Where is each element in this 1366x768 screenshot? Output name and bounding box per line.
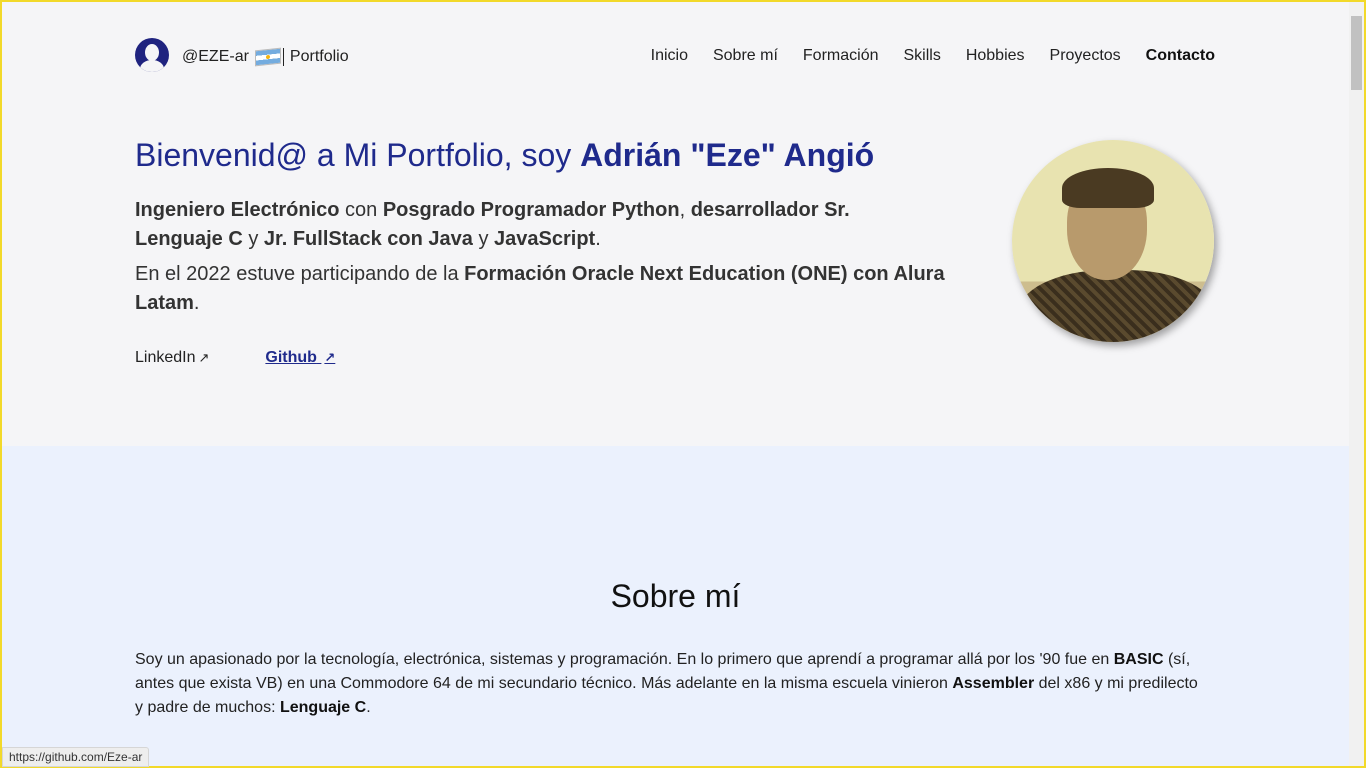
hero-intro-t2: ,	[679, 199, 691, 221]
user-avatar-icon	[135, 38, 169, 72]
profile-photo	[1012, 140, 1214, 342]
brand-suffix: Portfolio	[289, 47, 349, 65]
brand-divider	[282, 47, 284, 66]
about-b1: BASIC	[1113, 651, 1164, 668]
hero-one-note: En el 2022 estuve participando de la For…	[135, 260, 955, 318]
hero-title-name: Adrián "Eze" Angió	[580, 137, 875, 173]
hero-section: @EZE-ar Portfolio Inicio Sobre mí Formac…	[2, 2, 1349, 446]
hero-intro-b1: Ingeniero Electrónico	[135, 199, 340, 221]
argentina-flag-icon	[254, 47, 281, 66]
hero-intro-b2: Posgrado Programador Python	[382, 199, 680, 221]
about-b3: Lenguaje C	[279, 699, 367, 716]
external-link-icon: ↗	[198, 350, 210, 365]
social-links: LinkedIn ↗ Github ↗	[135, 349, 335, 367]
nav-formacion[interactable]: Formación	[803, 47, 879, 65]
nav-inicio[interactable]: Inicio	[651, 47, 688, 65]
hero-one-t2: .	[193, 292, 200, 314]
brand-text: @EZE-ar Portfolio	[182, 47, 349, 66]
page: @EZE-ar Portfolio Inicio Sobre mí Formac…	[2, 2, 1349, 766]
hero-title: Bienvenid@ a Mi Portfolio, soy Adrián "E…	[135, 137, 874, 174]
nav-hobbies[interactable]: Hobbies	[966, 47, 1025, 65]
hero-intro-t5: .	[595, 228, 601, 250]
hero-intro-b5: JavaScript	[494, 228, 596, 250]
external-link-icon: ↗	[324, 350, 336, 365]
about-b2: Assembler	[952, 675, 1035, 692]
about-text: Soy un apasionado por la tecnología, ele…	[135, 648, 1205, 720]
scrollbar-track[interactable]	[1349, 2, 1364, 766]
hero-one-t1: En el 2022 estuve participando de la	[135, 263, 465, 285]
hero-intro-t3: y	[242, 228, 264, 250]
nav-sobre-mi[interactable]: Sobre mí	[713, 47, 778, 65]
hero-intro-t1: con	[339, 199, 383, 221]
brand-handle: @EZE-ar	[182, 47, 249, 65]
status-bar-url: https://github.com/Eze-ar	[2, 747, 150, 767]
linkedin-label: LinkedIn	[135, 349, 196, 366]
about-t4: .	[366, 699, 371, 716]
github-link[interactable]: Github ↗	[265, 349, 335, 367]
main-nav: Inicio Sobre mí Formación Skills Hobbies…	[651, 47, 1215, 65]
hero-title-prefix: Bienvenid@ a Mi Portfolio, soy	[135, 137, 581, 173]
about-t1: Soy un apasionado por la tecnología, ele…	[135, 651, 1114, 668]
hero-intro-b4: Jr. FullStack con Java	[263, 228, 473, 250]
nav-contacto[interactable]: Contacto	[1146, 47, 1215, 65]
nav-skills[interactable]: Skills	[903, 47, 940, 65]
brand[interactable]: @EZE-ar Portfolio	[135, 38, 349, 72]
hero-intro: Ingeniero Electrónico con Posgrado Progr…	[135, 196, 935, 254]
hero-intro-t4: y	[472, 228, 495, 250]
linkedin-link[interactable]: LinkedIn ↗	[135, 349, 209, 367]
scrollbar-thumb[interactable]	[1351, 16, 1362, 90]
github-label: Github	[265, 349, 317, 366]
nav-proyectos[interactable]: Proyectos	[1050, 47, 1121, 65]
about-title: Sobre mí	[610, 578, 741, 614]
